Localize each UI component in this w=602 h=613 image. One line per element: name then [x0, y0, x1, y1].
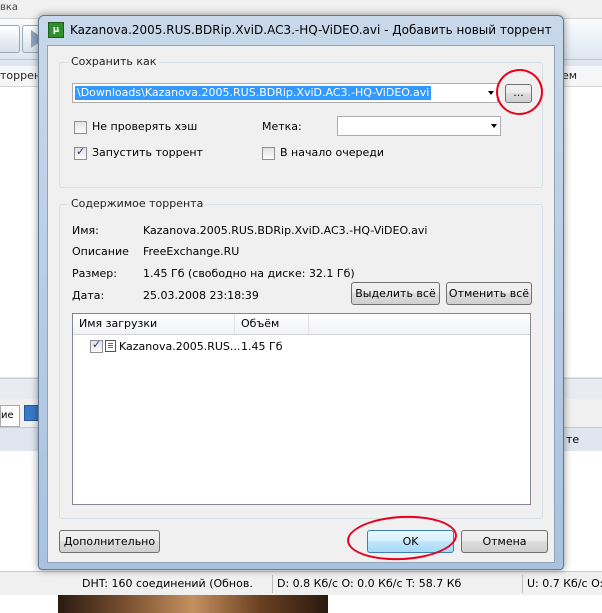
column-header-right[interactable]: ем [562, 66, 602, 87]
status-separator [522, 575, 523, 593]
select-all-button[interactable]: Выделить всё [351, 282, 440, 305]
file-size: 1.45 Гб [241, 340, 283, 353]
comment-label: Описание [72, 245, 129, 258]
file-checkbox[interactable] [90, 338, 103, 353]
file-icon [105, 340, 116, 352]
column-header-lower-right[interactable]: те [566, 430, 579, 450]
desktop-strip [0, 595, 602, 613]
date-value: 25.03.2008 23:18:39 [143, 289, 259, 302]
deselect-all-button[interactable]: Отменить всё [446, 282, 532, 305]
cancel-button[interactable]: Отмена [461, 530, 548, 553]
torrent-contents-group: Содержимое торрента Имя: Kazanova.2005.R… [59, 197, 543, 519]
skip-hash-label: Не проверять хэш [92, 120, 198, 133]
name-label: Имя: [72, 224, 99, 237]
column-header-size[interactable]: Объём [235, 314, 309, 334]
dialog-titlebar[interactable]: µ Kazanova.2005.RUS.BDRip.XviD.AC3.-HQ-V… [39, 16, 563, 44]
date-label: Дата: [72, 289, 105, 302]
status-dht: DHT: 160 соединений (Обнов. [82, 577, 253, 590]
column-header-torrent[interactable]: торрент [0, 66, 47, 87]
status-upload: U: 0.7 Кб/с O: [527, 577, 602, 590]
menu-item-fragment[interactable]: вка [0, 2, 18, 13]
status-bar: DHT: 160 соединений (Обнов. D: 0.8 Кб/с … [0, 571, 602, 596]
save-as-group-label: Сохранить как [68, 55, 160, 68]
size-label: Размер: [72, 267, 117, 280]
name-value: Kazanova.2005.RUS.BDRip.XviD.AC3.-HQ-ViD… [143, 224, 428, 237]
start-torrent-checkbox[interactable] [74, 145, 87, 160]
chevron-down-icon[interactable] [488, 91, 494, 95]
list-item[interactable]: Kazanova.2005.RUS... 1.45 Гб [73, 338, 530, 356]
tab-general[interactable]: ие [0, 405, 20, 427]
file-list[interactable]: Имя загрузки Объём Kazanova.2005.RUS... … [72, 313, 531, 505]
file-list-header: Имя загрузки Объём [73, 314, 530, 335]
save-path-value: \Downloads\Kazanova.2005.RUS.BDRip.XviD.… [75, 86, 432, 100]
skip-hash-checkbox[interactable] [74, 121, 87, 134]
poster-image [58, 595, 328, 613]
column-header-name[interactable]: Имя загрузки [73, 314, 235, 334]
file-name: Kazanova.2005.RUS... [119, 340, 241, 353]
advanced-button[interactable]: Дополнительно [59, 530, 160, 553]
save-as-group: Сохранить как \Downloads\Kazanova.2005.R… [59, 55, 543, 188]
start-torrent-label: Запустить торрент [92, 146, 203, 159]
save-path-combo[interactable]: \Downloads\Kazanova.2005.RUS.BDRip.XviD.… [72, 83, 498, 103]
contents-group-label: Содержимое торрента [68, 197, 207, 210]
label-combo[interactable] [337, 116, 501, 136]
utorrent-icon: µ [48, 22, 64, 38]
status-download: D: 0.8 Кб/с O: 0.0 Кб/с T: 58.7 Кб [277, 577, 462, 590]
dialog-client-area: Сохранить как \Downloads\Kazanova.2005.R… [47, 45, 555, 563]
size-value: 1.45 Гб (свободно на диске: 32.1 Гб) [143, 267, 355, 280]
dialog-title: Kazanova.2005.RUS.BDRip.XviD.AC3.-HQ-ViD… [70, 23, 552, 37]
toolbar-button[interactable] [0, 25, 20, 53]
queue-top-label: В начало очереди [280, 146, 384, 159]
queue-top-checkbox[interactable] [262, 147, 275, 160]
comment-value: FreeExchange.RU [143, 245, 240, 258]
add-torrent-dialog: µ Kazanova.2005.RUS.BDRip.XviD.AC3.-HQ-V… [38, 15, 564, 570]
chevron-down-icon[interactable] [491, 124, 497, 128]
status-separator [272, 575, 273, 593]
label-field-label: Метка: [262, 120, 302, 133]
